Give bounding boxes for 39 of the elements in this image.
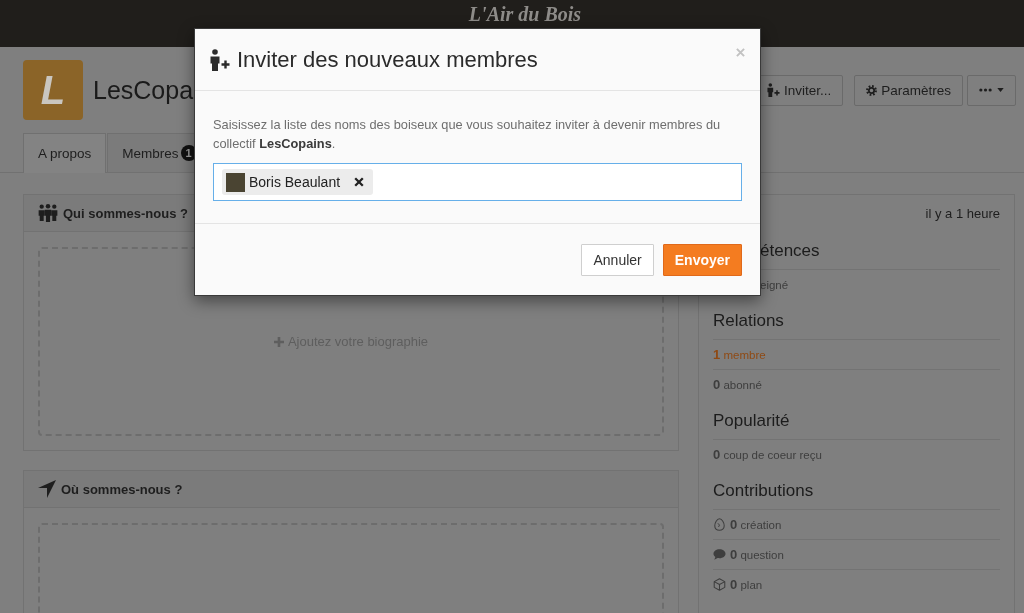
updated-time: il y a 1 heure (925, 206, 1000, 222)
invite-input-field[interactable]: Boris Beaulant (213, 163, 742, 201)
stat-text: 0 création (730, 517, 782, 532)
stat-text: eigné (760, 278, 789, 291)
remove-icon[interactable] (354, 177, 365, 187)
speech-bubble-icon (713, 548, 726, 561)
section-heading: Popularité (713, 411, 790, 431)
more-button[interactable] (967, 74, 1016, 106)
section-heading: étences (760, 241, 820, 261)
panel-title: Où sommes-nous ? (61, 481, 183, 497)
group-icon (38, 204, 58, 222)
caret-icon (997, 88, 1004, 92)
stat-text: 0 coup de coeur reçu (713, 447, 822, 462)
section-heading: Contributions (713, 481, 814, 501)
group-avatar: L (23, 60, 83, 120)
site-logo[interactable]: L'Air du Bois (468, 3, 582, 25)
plus-icon (273, 336, 284, 347)
tab[interactable]: A propos (23, 133, 107, 173)
dialog-message: Saisissez la liste des noms des boiseux que vous souhaitez inviter à devenir membres du collectif LesCopains. (213, 116, 722, 153)
more-icon (979, 88, 992, 92)
group-name: LesCopa (93, 75, 194, 105)
send-button[interactable]: Envoyer (662, 243, 742, 276)
person-plus-icon (766, 83, 780, 97)
panel-title: Qui sommes-nous ? (63, 205, 188, 221)
section-heading: Relations (713, 311, 784, 331)
avatar-photo-placeholder (226, 172, 245, 192)
stat-text: 0 plan (730, 577, 763, 592)
token-name: Boris Beaulant (249, 174, 341, 190)
dialog-title: Inviter des nouveaux membres (237, 46, 538, 73)
location-arrow-icon (38, 480, 56, 498)
egg-icon (713, 518, 726, 531)
close-icon[interactable] (736, 48, 745, 57)
gear-icon (866, 84, 878, 96)
stat-text: 0 question (730, 547, 784, 562)
settings-button[interactable]: Paramètres (854, 74, 963, 106)
person-plus-icon (210, 48, 230, 71)
stat-text: 0 abonné (713, 377, 762, 392)
cube-icon (713, 578, 726, 591)
cancel-button[interactable]: Annuler (581, 243, 654, 276)
